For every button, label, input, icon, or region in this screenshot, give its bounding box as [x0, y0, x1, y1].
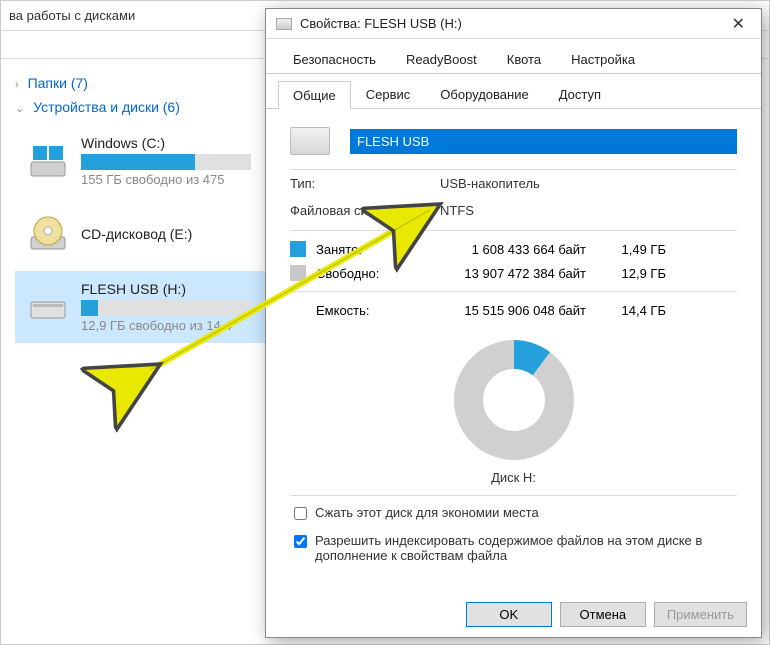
tabs-row-2: Общие Сервис Оборудование Доступ [266, 74, 761, 109]
usb-drive-icon [27, 286, 69, 328]
tab-settings[interactable]: Настройка [556, 45, 650, 73]
capacity-label: Емкость: [316, 303, 426, 318]
free-label: Свободно: [316, 266, 426, 281]
chevron-down-icon: ⌄ [15, 103, 24, 115]
usage-pie-chart [454, 340, 574, 460]
drive-hdd-icon [27, 140, 69, 182]
apply-button[interactable]: Применить [654, 602, 747, 627]
tab-hardware[interactable]: Оборудование [425, 80, 543, 108]
ok-button[interactable]: OK [466, 602, 552, 627]
type-label: Тип: [290, 176, 440, 191]
compress-checkbox-row[interactable]: Сжать этот диск для экономии места [290, 500, 737, 528]
cd-drive-icon [27, 213, 69, 255]
chevron-right-icon: › [15, 79, 19, 91]
nav-folders-label: Папки (7) [28, 75, 88, 91]
cancel-button[interactable]: Отмена [560, 602, 646, 627]
tab-security[interactable]: Безопасность [278, 45, 391, 73]
free-bytes: 13 907 472 384 байт [426, 266, 586, 281]
index-checkbox[interactable] [294, 535, 307, 548]
nav-devices-label: Устройства и диски (6) [33, 99, 180, 115]
compress-label: Сжать этот диск для экономии места [315, 505, 539, 520]
capacity-bytes: 15 515 906 048 байт [426, 303, 586, 318]
tab-quota[interactable]: Квота [492, 45, 556, 73]
dialog-titlebar[interactable]: Свойства: FLESH USB (H:) ✕ [266, 9, 761, 39]
tabs-row-1: Безопасность ReadyBoost Квота Настройка [266, 39, 761, 74]
pie-label: Диск H: [491, 470, 536, 485]
drive-name-input[interactable] [350, 129, 737, 154]
filesystem-value: NTFS [440, 203, 737, 218]
filesystem-label: Файловая система: [290, 203, 440, 218]
used-gb: 1,49 ГБ [586, 242, 666, 257]
drive-icon [290, 127, 330, 155]
explorer-title: ва работы с дисками [9, 8, 135, 23]
drive-icon [276, 18, 292, 30]
close-icon[interactable]: ✕ [726, 14, 751, 34]
dialog-title: Свойства: FLESH USB (H:) [300, 16, 726, 31]
properties-dialog: Свойства: FLESH USB (H:) ✕ Безопасность … [265, 8, 762, 638]
used-label: Занято: [316, 242, 426, 257]
tab-service[interactable]: Сервис [351, 80, 426, 108]
used-swatch [290, 241, 306, 257]
capacity-gb: 14,4 ГБ [586, 303, 666, 318]
type-value: USB-накопитель [440, 176, 737, 191]
free-gb: 12,9 ГБ [586, 266, 666, 281]
tab-general[interactable]: Общие [278, 81, 351, 109]
free-swatch [290, 265, 306, 281]
tab-readyboost[interactable]: ReadyBoost [391, 45, 492, 73]
drive-usage-bar [81, 154, 251, 170]
index-label: Разрешить индексировать содержимое файло… [315, 533, 737, 563]
index-checkbox-row[interactable]: Разрешить индексировать содержимое файло… [290, 528, 737, 568]
tab-general-content: Тип: USB-накопитель Файловая система: NT… [266, 109, 761, 582]
capacity-spacer [290, 302, 306, 318]
used-bytes: 1 608 433 664 байт [426, 242, 586, 257]
drive-usage-bar [81, 300, 251, 316]
tab-sharing[interactable]: Доступ [544, 80, 616, 108]
compress-checkbox[interactable] [294, 507, 307, 520]
